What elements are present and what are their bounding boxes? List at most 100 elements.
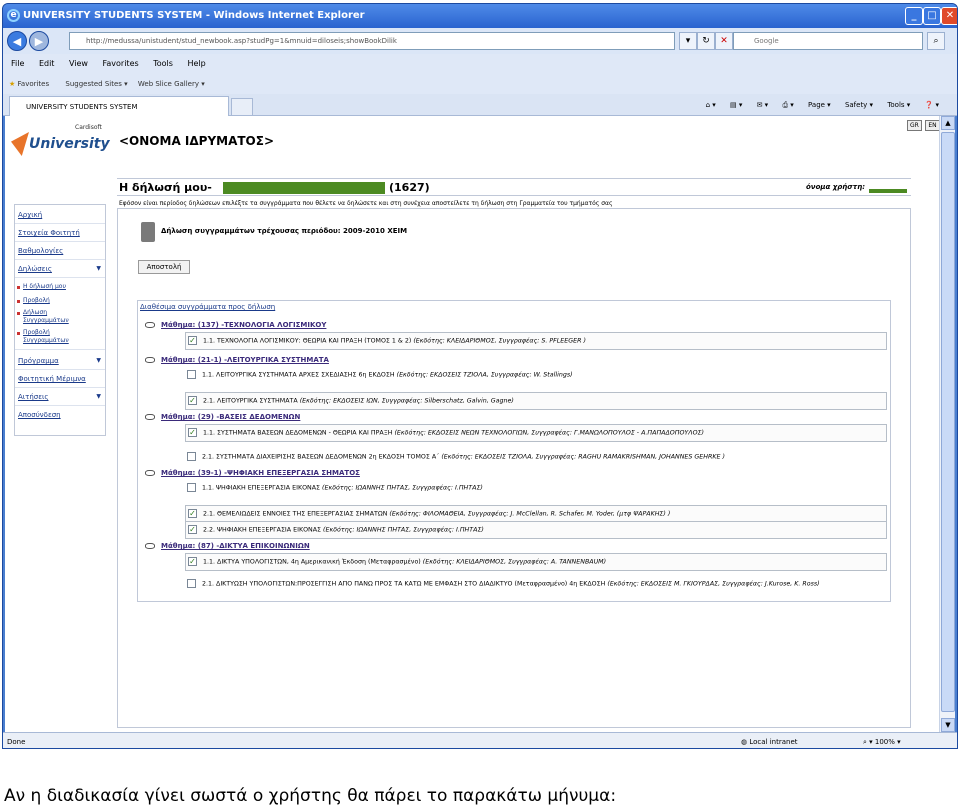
expand-icon[interactable] [145,543,155,549]
sidebar-subitem-view[interactable]: Προβολή [17,297,50,305]
home-icon[interactable]: ⌂ ▾ [706,101,716,109]
logo-text: University [29,136,110,152]
sidebar-item-logout[interactable]: Αποσύνδεση [18,411,61,419]
chevron-down-icon[interactable]: ▼ [96,393,101,400]
back-button[interactable]: ◀ [7,31,27,51]
sidebar-subitem-view-books[interactable]: Προβολή Συγγραμμάτων [17,329,93,345]
available-books-heading: Διαθέσιμα συγγράμματα προς δήλωση [140,303,276,311]
book-row: ✓ 2.1. ΛΕΙΤΟΥΡΓΙΚΑ ΣΥΣΤΗΜΑΤΑ (Εκδότης: ΕΚ… [185,392,887,410]
course-heading[interactable]: Μάθημα: (87) -ΔΙΚΤΥΑ ΕΠΙΚΟΙΝΩΝΙΩΝ [145,542,310,550]
zoom-control[interactable]: ⌕ ▾ 100% ▾ [863,733,901,748]
forward-button[interactable]: ▶ [29,31,49,51]
safety-menu[interactable]: Safety ▾ [845,101,873,109]
book-checkbox[interactable] [187,452,196,461]
expand-icon[interactable] [145,357,155,363]
book-checkbox[interactable]: ✓ [188,428,197,437]
book-checkbox[interactable]: ✓ [188,396,197,405]
minimize-button[interactable]: _ [905,7,923,25]
course-label: Μάθημα: (21-1) -ΛΕΙΤΟΥΡΓΙΚΑ ΣΥΣΤΗΜΑΤΑ [161,356,329,364]
search-icon[interactable]: ⌕ [927,32,945,50]
lang-gr-button[interactable]: GR [907,120,922,131]
course-label: Μάθημα: (87) -ΔΙΚΤΥΑ ΕΠΙΚΟΙΝΩΝΙΩΝ [161,542,310,550]
tab-active[interactable]: UNIVERSITY STUDENTS SYSTEM [9,96,229,116]
book-meta: (Εκδότης: ΕΚΔΟΣΕΙΣ ΤΖΙΟΛΑ, Συγγραφέας: W… [396,371,573,379]
search-input[interactable]: Google [733,32,923,50]
caption-text: Αν η διαδικασία γίνει σωστά ο χρήστης θα… [4,786,617,806]
book-row: 1.1. ΨΗΦΙΑΚΗ ΕΠΕΞΕΡΓΑΣΙΑ ΕΙΚΟΝΑΣ (Εκδότη… [185,480,887,496]
scroll-thumb[interactable] [941,132,955,712]
mail-icon[interactable]: ✉ ▾ [757,101,769,109]
sidebar-item-schedule[interactable]: Πρόγραμμα [18,357,59,365]
sidebar-item-grades[interactable]: Βαθμολογίες [18,247,63,255]
book-checkbox[interactable]: ✓ [188,525,197,534]
new-tab-button[interactable] [231,98,253,116]
address-bar[interactable]: http://medussa/unistudent/stud_newbook.a… [69,32,675,50]
course-heading[interactable]: Μάθημα: (29) -ΒΑΣΕΙΣ ΔΕΔΟΜΕΝΩΝ [145,413,300,421]
submit-button[interactable]: Αποστολή [138,260,190,274]
favorites-star-icon: ★ [9,80,16,88]
university-logo: Cardisoft University [9,122,111,164]
chevron-down-icon[interactable]: ▼ [96,357,101,364]
book-meta: (Εκδότης: ΚΛΕΙΔΑΡΙΘΜΟΣ, Συγγραφέας: S. P… [413,337,586,345]
book-checkbox[interactable]: ✓ [188,336,197,345]
scroll-down-icon[interactable]: ▼ [941,718,955,732]
book-checkbox[interactable] [187,579,196,588]
menu-view[interactable]: View [69,59,88,68]
scroll-up-icon[interactable]: ▲ [941,116,955,130]
favorites-button[interactable]: Favorites [18,80,50,88]
close-window-button[interactable]: ✕ [941,7,957,25]
tab-title: UNIVERSITY STUDENTS SYSTEM [26,103,138,111]
course-heading[interactable]: Μάθημα: (137) -ΤΕΧΝΟΛΟΓΙΑ ΛΟΓΙΣΜΙΚΟΥ [145,321,326,329]
course-heading[interactable]: Μάθημα: (21-1) -ΛΕΙΤΟΥΡΓΙΚΑ ΣΥΣΤΗΜΑΤΑ [145,356,329,364]
menu-favorites[interactable]: Favorites [103,59,139,68]
title-bar: e UNIVERSITY STUDENTS SYSTEM - Windows I… [3,4,957,28]
chevron-down-icon[interactable]: ▼ [96,265,101,272]
expand-icon[interactable] [145,322,155,328]
menu-tools[interactable]: Tools [153,59,173,68]
course-heading[interactable]: Μάθημα: (39-1) -ΨΗΦΙΑΚΗ ΕΠΕΞΕΡΓΑΣΙΑ ΣΗΜΑ… [145,469,360,477]
page-menu[interactable]: Page ▾ [808,101,831,109]
page-title: Η δήλωσή μου- [119,181,212,194]
lang-en-button[interactable]: EN [925,120,940,131]
sidebar-item-declarations[interactable]: Δηλώσεις [18,265,52,273]
declaration-title: Δήλωση συγγραμμάτων τρέχουσας περιόδου: … [161,227,408,235]
menu-edit[interactable]: Edit [39,59,55,68]
menu-help[interactable]: Help [187,59,205,68]
window-title: UNIVERSITY STUDENTS SYSTEM - Windows Int… [23,10,365,21]
book-checkbox[interactable]: ✓ [188,557,197,566]
ie-logo-icon: e [7,9,20,22]
expand-icon[interactable] [145,414,155,420]
stop-icon[interactable]: ✕ [715,32,733,50]
sidebar-subitem-book-declaration[interactable]: Δήλωση Συγγραμμάτων [17,309,93,325]
web-slice-gallery-link[interactable]: Web Slice Gallery ▾ [138,80,205,88]
sidebar-item-student-care[interactable]: Φοιτητική Μέριμνα [18,375,86,383]
tools-menu[interactable]: Tools ▾ [887,101,910,109]
sidebar: Αρχική Στοιχεία Φοιτητή Βαθμολογίες Δηλώ… [14,204,106,436]
feeds-icon[interactable]: ▤ ▾ [730,101,742,109]
book-checkbox[interactable] [187,483,196,492]
book-checkbox[interactable]: ✓ [188,509,197,518]
book-checkbox[interactable] [187,370,196,379]
print-icon[interactable]: ⎙ ▾ [782,101,793,109]
browser-chrome: ◀ ▶ http://medussa/unistudent/stud_newbo… [3,28,957,116]
sidebar-item-applications[interactable]: Αιτήσεις [18,393,49,401]
book-title: 1.1. ΨΗΦΙΑΚΗ ΕΠΕΞΕΡΓΑΣΙΑ ΕΙΚΟΝΑΣ [202,484,321,492]
address-dropdown-icon[interactable]: ▾ [679,32,697,50]
address-row: ◀ ▶ http://medussa/unistudent/stud_newbo… [3,28,957,54]
menu-file[interactable]: File [11,59,24,68]
sidebar-subitem-my-declaration[interactable]: Η δήλωσή μου [17,283,66,291]
sidebar-item-student-info[interactable]: Στοιχεία Φοιτητή [18,229,80,237]
browser-window: e UNIVERSITY STUDENTS SYSTEM - Windows I… [2,3,958,749]
refresh-icon[interactable]: ↻ [697,32,715,50]
maximize-button[interactable]: □ [923,7,941,25]
suggested-sites-link[interactable]: Suggested Sites ▾ [65,80,127,88]
book-row: 2.1. ΣΥΣΤΗΜΑΤΑ ΔΙΑΧΕΙΡΙΣΗΣ ΒΑΣΕΩΝ ΔΕΔΟΜΕ… [185,449,887,465]
zone-label: Local intranet [749,738,798,746]
book-title: 1.1. ΛΕΙΤΟΥΡΓΙΚΑ ΣΥΣΤΗΜΑΤΑ ΑΡΧΕΣ ΣΧΕΔΙΑΣ… [202,371,395,379]
book-meta: (Εκδότης: ΕΚΔΟΣΕΙΣ ΙΩΝ, Συγγραφέας: Silb… [299,397,514,405]
expand-icon[interactable] [145,470,155,476]
vertical-scrollbar[interactable]: ▲ ▼ [939,116,955,732]
sidebar-item-home[interactable]: Αρχική [18,211,42,219]
book-title: 2.1. ΘΕΜΕΛΙΩΔΕΙΣ ΕΝΝΟΙΕΣ ΤΗΣ ΕΠΕΞΕΡΓΑΣΙΑ… [203,510,388,518]
help-menu[interactable]: ❓ ▾ [925,101,939,109]
